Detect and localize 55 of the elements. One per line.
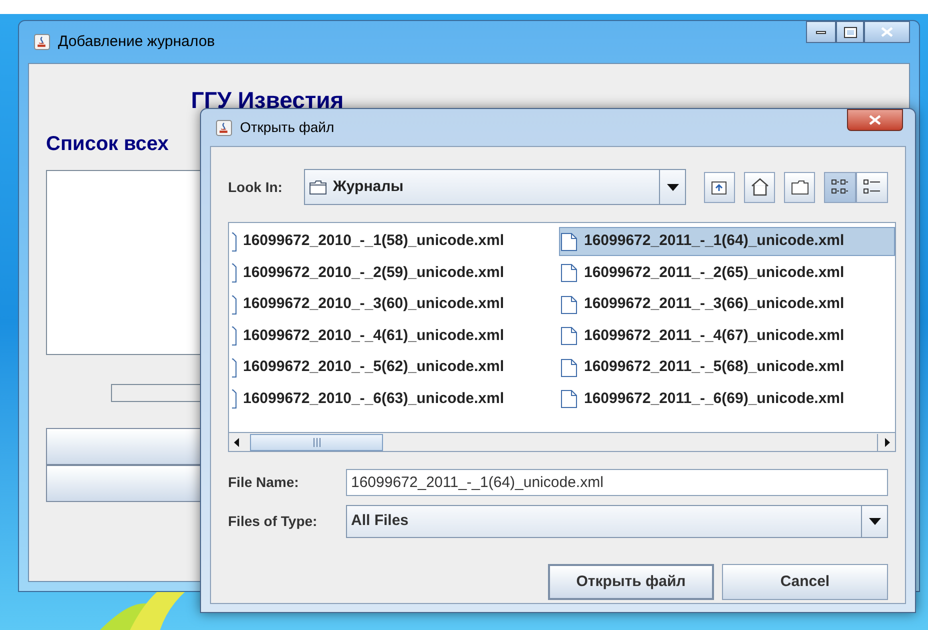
home-icon[interactable]: [744, 172, 775, 202]
file-item[interactable]: 16099672_2010_-_5(62)_unicode.xml: [231, 353, 551, 382]
list-heading: Список всех: [46, 134, 170, 154]
minimize-button[interactable]: [806, 21, 836, 43]
file-item[interactable]: 16099672_2010_-_1(58)_unicode.xml: [231, 227, 551, 256]
list-view-button[interactable]: [824, 172, 856, 202]
file-icon: [232, 326, 237, 346]
file-item[interactable]: 16099672_2011_-_1(64)_unicode.xml: [559, 227, 895, 256]
window-title: Добавление журналов: [58, 32, 215, 52]
file-item[interactable]: 16099672_2011_-_3(66)_unicode.xml: [559, 290, 895, 319]
file-icon: [560, 389, 578, 409]
look-in-value: Журналы: [332, 176, 404, 197]
java-cup-icon: [216, 120, 232, 136]
file-item[interactable]: 16099672_2010_-_3(60)_unicode.xml: [231, 290, 551, 319]
java-cup-icon: [34, 34, 50, 50]
up-folder-icon[interactable]: [704, 172, 735, 202]
grip-icon: [312, 438, 320, 446]
file-name-label: File Name:: [228, 473, 300, 492]
file-icon: [560, 294, 578, 314]
look-in-label: Look In:: [228, 178, 284, 196]
file-icon: [232, 389, 237, 409]
grid-view-icon: [831, 179, 849, 195]
cancel-button[interactable]: Cancel: [722, 564, 888, 600]
dialog-title: Открыть файл: [240, 118, 334, 137]
file-item[interactable]: 16099672_2010_-_4(61)_unicode.xml: [231, 322, 551, 350]
file-icon: [232, 358, 237, 378]
file-item[interactable]: 16099672_2011_-_5(68)_unicode.xml: [559, 353, 895, 382]
open-file-button[interactable]: Открыть файл: [548, 564, 714, 600]
details-view-button[interactable]: [856, 172, 888, 202]
file-item[interactable]: 16099672_2011_-_6(69)_unicode.xml: [559, 384, 895, 414]
folder-icon: [308, 180, 327, 194]
file-name-field[interactable]: 16099672_2011_-_1(64)_unicode.xml: [346, 469, 888, 496]
close-button[interactable]: [847, 109, 903, 131]
file-icon: [560, 263, 578, 283]
app-heading: ГГУ Известия: [191, 89, 345, 112]
close-button[interactable]: [864, 21, 910, 43]
file-item[interactable]: 16099672_2010_-_6(63)_unicode.xml: [231, 384, 551, 414]
file-icon: [232, 232, 237, 252]
file-icon: [560, 358, 578, 378]
file-item[interactable]: 16099672_2010_-_2(59)_unicode.xml: [231, 258, 551, 288]
file-icon: [232, 263, 237, 283]
close-icon: [869, 115, 881, 125]
look-in-dropdown[interactable]: Журналы: [304, 169, 686, 205]
new-folder-icon[interactable]: [784, 172, 815, 202]
horizontal-scrollbar[interactable]: [229, 432, 895, 451]
close-icon: [881, 27, 893, 37]
file-item[interactable]: 16099672_2011_-_2(65)_unicode.xml: [559, 258, 895, 288]
list-view-icon: [863, 179, 881, 195]
file-type-label: Files of Type:: [228, 512, 318, 531]
file-icon: [560, 326, 578, 346]
file-icon: [560, 232, 578, 252]
file-type-dropdown[interactable]: All Files: [346, 505, 888, 538]
maximize-button[interactable]: [836, 21, 864, 43]
file-icon: [232, 294, 237, 314]
file-item[interactable]: 16099672_2011_-_4(67)_unicode.xml: [559, 322, 895, 350]
